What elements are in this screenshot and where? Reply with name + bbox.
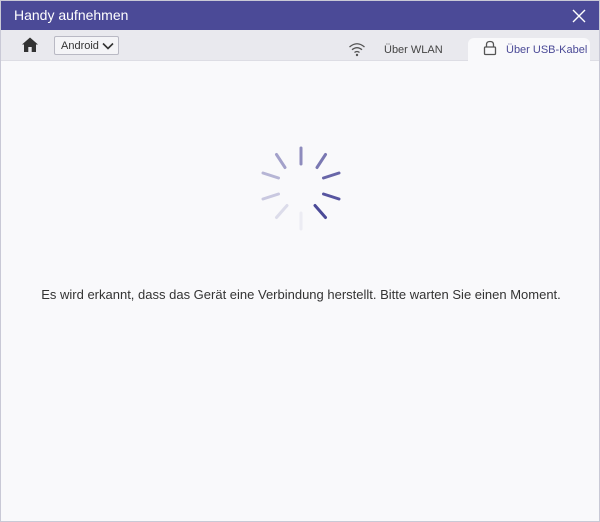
device-os-select[interactable]: Android <box>54 36 119 55</box>
chevron-down-icon <box>102 42 114 50</box>
close-icon <box>572 9 586 23</box>
tab-wlan[interactable]: Über WLAN <box>331 38 466 61</box>
status-message: Es wird erkannt, dass das Gerät eine Ver… <box>41 287 561 302</box>
tab-usb-cable[interactable]: Über USB-Kabel <box>468 38 590 61</box>
wifi-icon <box>349 43 365 57</box>
tab-wlan-label: Über WLAN <box>384 44 443 56</box>
loading-spinner-icon <box>256 141 346 231</box>
tab-usb-cable-label: Über USB-Kabel <box>506 44 588 56</box>
window-title: Handy aufnehmen <box>14 7 129 23</box>
home-button[interactable] <box>20 36 40 54</box>
app-window: Handy aufnehmen Android Über WLAN Über U… <box>0 0 600 522</box>
title-bar: Handy aufnehmen <box>1 1 599 30</box>
close-button[interactable] <box>567 4 591 28</box>
lock-icon <box>483 40 497 56</box>
device-os-select-value: Android <box>61 40 99 52</box>
toolbar: Android Über WLAN Über USB-Kabel <box>1 30 599 61</box>
home-icon <box>22 37 38 52</box>
